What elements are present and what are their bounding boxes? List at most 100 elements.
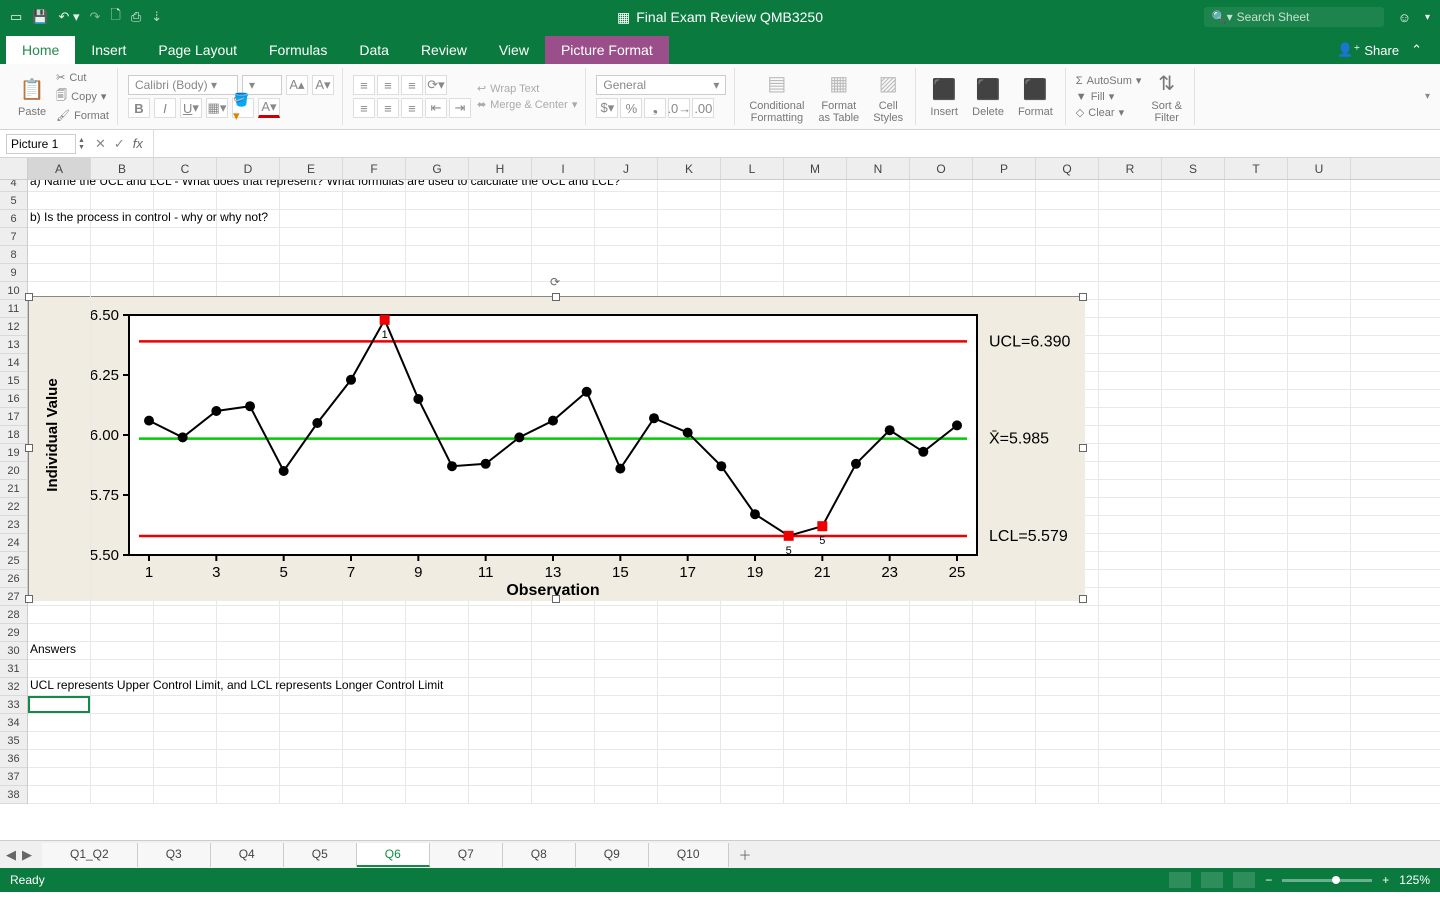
cell[interactable] <box>784 228 847 245</box>
cell[interactable] <box>595 678 658 695</box>
cell[interactable] <box>406 228 469 245</box>
cell[interactable] <box>1288 426 1351 443</box>
cell[interactable] <box>1162 552 1225 569</box>
cell[interactable] <box>847 750 910 767</box>
cell[interactable] <box>910 750 973 767</box>
zoom-slider[interactable] <box>1282 879 1372 882</box>
cell[interactable] <box>154 606 217 623</box>
cell[interactable] <box>1162 192 1225 209</box>
cell[interactable] <box>406 696 469 713</box>
cell[interactable] <box>847 714 910 731</box>
ribbon-tab-review[interactable]: Review <box>405 36 483 64</box>
qat-new-icon[interactable]: 🗋 <box>110 6 120 28</box>
cell[interactable] <box>1225 264 1288 281</box>
cell[interactable] <box>595 696 658 713</box>
cell[interactable] <box>595 210 658 227</box>
cell[interactable] <box>1288 408 1351 425</box>
cell[interactable] <box>1162 282 1225 299</box>
cell[interactable] <box>343 246 406 263</box>
cell[interactable] <box>28 372 91 389</box>
cell[interactable] <box>1288 696 1351 713</box>
column-header[interactable]: N <box>847 158 910 179</box>
row-header[interactable]: 4 <box>0 180 27 192</box>
cell[interactable] <box>973 786 1036 803</box>
cell[interactable] <box>1288 588 1351 605</box>
cell[interactable] <box>28 390 91 407</box>
cell[interactable] <box>1225 552 1288 569</box>
row-header[interactable]: 38 <box>0 786 27 804</box>
cell[interactable] <box>217 696 280 713</box>
cell[interactable] <box>595 714 658 731</box>
cell[interactable] <box>658 714 721 731</box>
cell[interactable] <box>1099 444 1162 461</box>
cell[interactable] <box>1036 246 1099 263</box>
cell[interactable] <box>973 192 1036 209</box>
cell[interactable] <box>154 264 217 281</box>
cell[interactable] <box>721 714 784 731</box>
row-header[interactable]: 8 <box>0 246 27 264</box>
ribbon-tab-formulas[interactable]: Formulas <box>253 36 343 64</box>
row-header[interactable]: 37 <box>0 768 27 786</box>
autosum-button[interactable]: ΣAutoSum ▾ <box>1076 74 1142 87</box>
cell[interactable] <box>847 210 910 227</box>
chart-picture[interactable]: 5.505.756.006.256.50 1357911131517192123… <box>28 296 1084 600</box>
cell[interactable] <box>28 426 91 443</box>
comma-icon[interactable]: ❟ <box>644 98 666 118</box>
cell[interactable] <box>280 660 343 677</box>
cell[interactable] <box>28 624 91 641</box>
cell[interactable] <box>1288 570 1351 587</box>
row-header[interactable]: 17 <box>0 408 27 426</box>
cell[interactable] <box>91 732 154 749</box>
sheet-tab[interactable]: Q5 <box>284 843 357 867</box>
cell[interactable]: Answers <box>28 642 91 659</box>
cell[interactable] <box>847 264 910 281</box>
cell[interactable] <box>658 750 721 767</box>
cell[interactable] <box>469 228 532 245</box>
cell[interactable] <box>910 696 973 713</box>
align-left-icon[interactable]: ≡ <box>353 98 375 118</box>
cell[interactable] <box>595 750 658 767</box>
cell[interactable] <box>1225 192 1288 209</box>
row-header[interactable]: 34 <box>0 714 27 732</box>
cell[interactable] <box>1036 624 1099 641</box>
cell[interactable] <box>343 750 406 767</box>
cell[interactable] <box>910 228 973 245</box>
cell[interactable] <box>1099 462 1162 479</box>
cell[interactable] <box>1225 180 1288 191</box>
cell[interactable] <box>532 714 595 731</box>
cell[interactable] <box>1288 264 1351 281</box>
cell[interactable] <box>91 642 154 659</box>
cell[interactable] <box>1099 588 1162 605</box>
cell[interactable] <box>847 732 910 749</box>
indent-dec-icon[interactable]: ⇤ <box>425 98 447 118</box>
zoom-in-icon[interactable]: + <box>1382 873 1389 887</box>
cell[interactable] <box>343 624 406 641</box>
cell[interactable] <box>1162 336 1225 353</box>
cell[interactable] <box>721 246 784 263</box>
cell[interactable] <box>973 642 1036 659</box>
cell[interactable] <box>28 300 91 317</box>
column-header[interactable]: P <box>973 158 1036 179</box>
cell[interactable] <box>154 786 217 803</box>
cell[interactable] <box>28 714 91 731</box>
cell[interactable] <box>1225 642 1288 659</box>
cell[interactable] <box>469 714 532 731</box>
cell[interactable] <box>1099 246 1162 263</box>
ribbon-tab-page-layout[interactable]: Page Layout <box>142 36 253 64</box>
indent-inc-icon[interactable]: ⇥ <box>449 98 471 118</box>
fx-label[interactable]: fx <box>133 136 143 152</box>
column-header[interactable]: H <box>469 158 532 179</box>
cell[interactable] <box>1162 588 1225 605</box>
cell[interactable] <box>91 246 154 263</box>
cell[interactable] <box>217 750 280 767</box>
cell[interactable] <box>1288 390 1351 407</box>
column-header[interactable]: U <box>1288 158 1351 179</box>
cell[interactable] <box>1036 660 1099 677</box>
cell[interactable] <box>658 678 721 695</box>
orientation-icon[interactable]: ⟳▾ <box>425 75 447 95</box>
cell[interactable] <box>1225 606 1288 623</box>
cell[interactable] <box>595 192 658 209</box>
cell[interactable] <box>343 732 406 749</box>
sheet-tab[interactable]: Q8 <box>503 843 576 867</box>
row-header[interactable]: 7 <box>0 228 27 246</box>
